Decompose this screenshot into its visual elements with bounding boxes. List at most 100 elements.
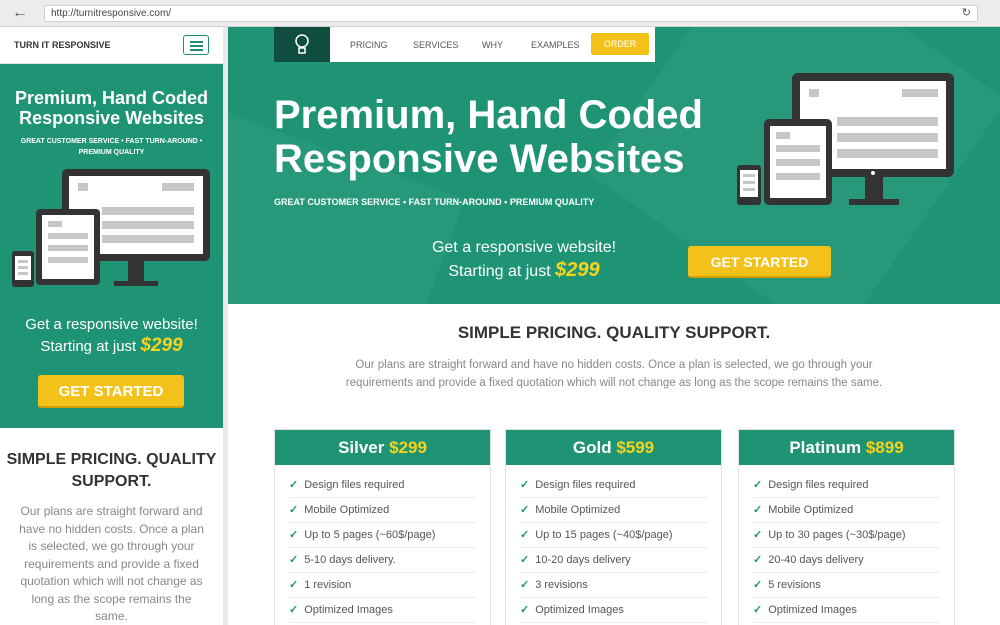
get-started-button[interactable]: GET STARTED <box>688 246 831 278</box>
devices-illustration-icon <box>737 73 954 205</box>
feature-label: Mobile Optimized <box>768 504 854 516</box>
mobile-cta-starting: Starting at just <box>40 338 137 355</box>
mobile-preview: TURN IT RESPONSIVE Premium, Hand Coded R… <box>0 27 223 625</box>
check-icon: ✓ <box>289 579 299 591</box>
plan-name: Platinum <box>789 438 862 457</box>
lightbulb-logo-icon[interactable] <box>274 27 330 62</box>
feature-item: ✓ Mobile Optimized <box>289 498 476 523</box>
devices-illustration-icon <box>12 169 210 287</box>
check-icon: ✓ <box>753 529 763 541</box>
feature-label: 5-10 days delivery. <box>304 554 396 566</box>
feature-label: Design files required <box>535 479 636 491</box>
hamburger-menu-icon[interactable] <box>183 35 209 55</box>
hero-cta-starting: Starting at just <box>448 263 551 280</box>
feature-label: Up to 30 pages (~30$/page) <box>768 529 906 541</box>
feature-item: ✓ Up to 30 pages (~30$/page) <box>753 523 940 548</box>
feature-label: Optimized Images <box>304 604 393 616</box>
feature-label: Design files required <box>304 479 405 491</box>
check-icon: ✓ <box>753 579 763 591</box>
plan-features: ✓ Design files required ✓ Mobile Optimized… <box>275 465 490 623</box>
check-icon: ✓ <box>753 604 763 616</box>
hero-title: Premium, Hand Coded Responsive Websites <box>274 93 774 181</box>
feature-item: ✓ Up to 5 pages (~60$/page) <box>289 523 476 548</box>
url-bar[interactable]: http://turnitresponsive.com/ ↻ <box>44 5 978 22</box>
hero-subtitle: GREAT CUSTOMER SERVICE • FAST TURN-AROUN… <box>274 197 595 207</box>
feature-item: ✓ Optimized Images <box>753 598 940 623</box>
feature-item: ✓ Up to 15 pages (~40$/page) <box>520 523 707 548</box>
reload-icon[interactable]: ↻ <box>962 6 971 21</box>
hero-title-line1: Premium, Hand Coded <box>274 93 703 137</box>
plan-name: Gold <box>572 438 612 457</box>
feature-item: ✓ Design files required <box>753 473 940 498</box>
mobile-cta-line2: Starting at just $299 <box>0 335 223 357</box>
browser-toolbar: ← http://turnitresponsive.com/ ↻ <box>0 0 1000 27</box>
nav-examples[interactable]: EXAMPLES <box>531 40 580 50</box>
check-icon: ✓ <box>289 529 299 541</box>
mobile-header: TURN IT RESPONSIVE <box>0 27 223 64</box>
check-icon: ✓ <box>753 479 763 491</box>
feature-item: ✓ 3 revisions <box>520 573 707 598</box>
check-icon: ✓ <box>753 504 763 516</box>
plan-price: $299 <box>389 438 427 457</box>
feature-label: 3 revisions <box>535 579 588 591</box>
plan-name: Silver <box>338 438 385 457</box>
hero-cta-price: $299 <box>555 259 600 281</box>
mobile-pricing-title: SIMPLE PRICING. QUALITY SUPPORT. <box>6 451 217 490</box>
feature-label: 1 revision <box>304 579 352 591</box>
feature-item: ✓ 10-20 days delivery <box>520 548 707 573</box>
desktop-preview: PRICING SERVICES WHY EXAMPLES ORDER Prem… <box>228 27 1000 625</box>
plan-card-silver: Silver $299 ✓ Design files required ✓ Mobi… <box>274 429 491 625</box>
nav-services[interactable]: SERVICES <box>413 40 458 50</box>
feature-label: Optimized Images <box>768 604 857 616</box>
feature-label: Up to 15 pages (~40$/page) <box>535 529 673 541</box>
check-icon: ✓ <box>520 504 530 516</box>
feature-label: Optimized Images <box>535 604 624 616</box>
feature-item: ✓ 5-10 days delivery. <box>289 548 476 573</box>
hero-title-line2: Responsive Websites <box>274 137 685 181</box>
check-icon: ✓ <box>520 529 530 541</box>
feature-label: 5 revisions <box>768 579 821 591</box>
feature-item: ✓ Design files required <box>289 473 476 498</box>
feature-item: ✓ 5 revisions <box>753 573 940 598</box>
check-icon: ✓ <box>289 479 299 491</box>
mobile-hero-title: Premium, Hand Coded Responsive Websites <box>14 88 209 128</box>
hero-cta-line1: Get a responsive website! <box>431 239 617 256</box>
plan-price: $599 <box>616 438 655 457</box>
plan-card-gold: Gold $599 ✓ Design files required ✓ Mobile… <box>505 429 722 625</box>
nav-why[interactable]: WHY <box>482 40 503 50</box>
check-icon: ✓ <box>289 554 299 566</box>
plan-header: Silver $299 <box>275 430 490 465</box>
mobile-cta-line1: Get a responsive website! <box>25 316 198 333</box>
mobile-cta-text: Get a responsive website! Starting at ju… <box>0 314 223 357</box>
top-nav: PRICING SERVICES WHY EXAMPLES ORDER <box>274 27 655 62</box>
feature-label: Up to 5 pages (~60$/page) <box>304 529 436 541</box>
nav-pricing[interactable]: PRICING <box>350 40 388 50</box>
feature-label: Mobile Optimized <box>535 504 621 516</box>
feature-item: ✓ Design files required <box>520 473 707 498</box>
mobile-pricing-text: Our plans are straight forward and have … <box>19 504 204 623</box>
check-icon: ✓ <box>520 554 530 566</box>
check-icon: ✓ <box>520 604 530 616</box>
hero-cta-line2: Starting at just $299 <box>404 259 644 283</box>
plan-header: Gold $599 <box>506 430 721 465</box>
pricing-text: Our plans are straight forward and have … <box>345 359 883 389</box>
feature-item: ✓ Optimized Images <box>520 598 707 623</box>
hero-section: PRICING SERVICES WHY EXAMPLES ORDER Prem… <box>228 27 1000 304</box>
mobile-brand[interactable]: TURN IT RESPONSIVE <box>14 40 111 50</box>
plan-features: ✓ Design files required ✓ Mobile Optimized… <box>506 465 721 623</box>
plan-features: ✓ Design files required ✓ Mobile Optimized… <box>739 465 954 623</box>
order-button[interactable]: ORDER <box>591 33 649 55</box>
check-icon: ✓ <box>289 604 299 616</box>
check-icon: ✓ <box>289 504 299 516</box>
mobile-get-started-button[interactable]: GET STARTED <box>38 375 184 408</box>
feature-label: Design files required <box>768 479 869 491</box>
feature-item: ✓ Mobile Optimized <box>520 498 707 523</box>
feature-label: 20-40 days delivery <box>768 554 864 566</box>
hero-cta-text: Get a responsive website! Starting at ju… <box>404 237 644 283</box>
feature-item: ✓ Optimized Images <box>289 598 476 623</box>
back-arrow-icon[interactable]: ← <box>12 4 32 22</box>
mobile-cta-price: $299 <box>140 335 183 356</box>
feature-label: Mobile Optimized <box>304 504 390 516</box>
pricing-title: SIMPLE PRICING. QUALITY SUPPORT. <box>457 323 771 342</box>
mobile-hero: Premium, Hand Coded Responsive Websites … <box>0 64 223 428</box>
